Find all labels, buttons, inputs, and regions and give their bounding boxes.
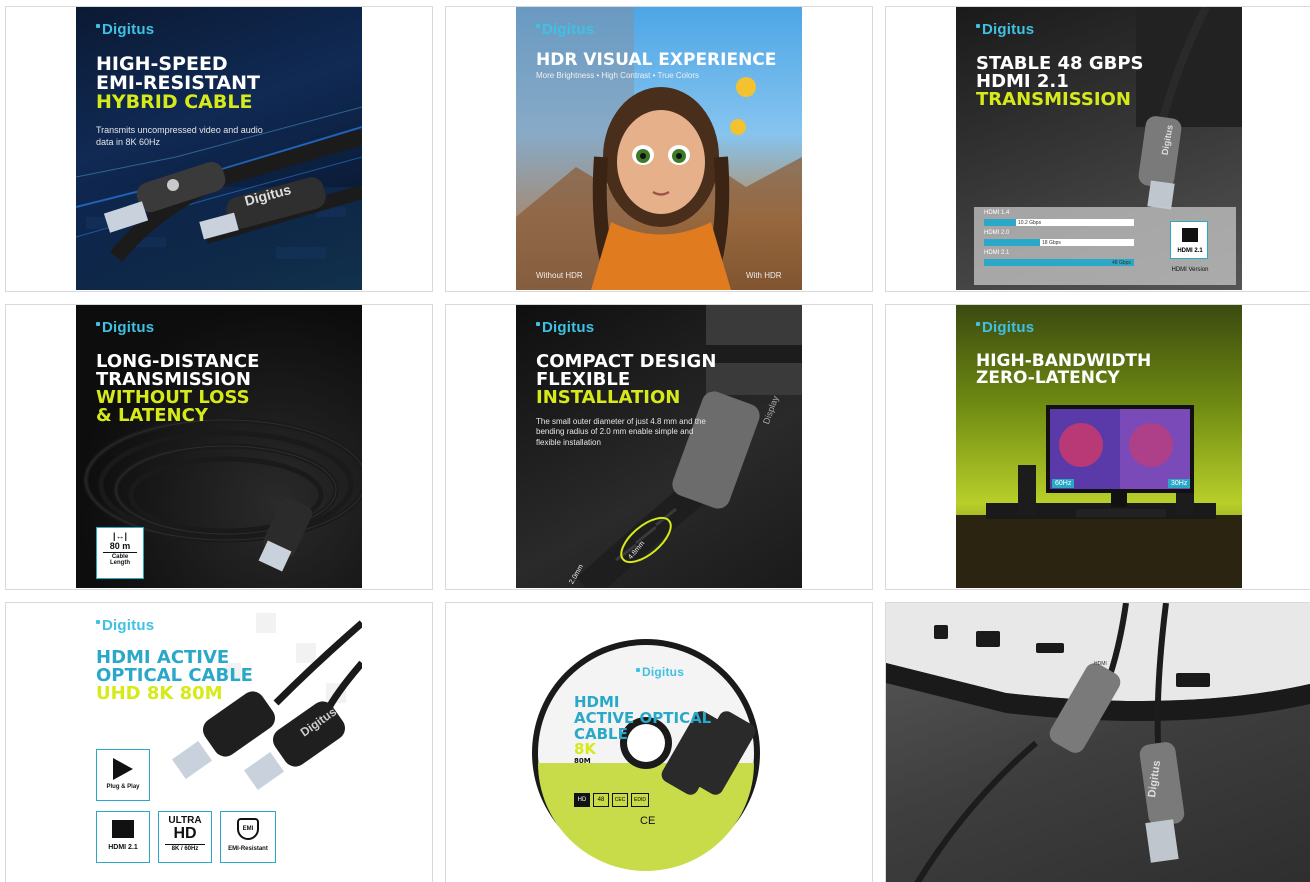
without-hdr-label: Without HDR [536, 271, 583, 280]
refresh-30hz-label: 30Hz [1168, 479, 1191, 488]
plug-and-play-icon [113, 758, 133, 780]
tile-6-image: Digitus HIGH-BANDWIDTH ZERO-LATENCY 60Hz… [956, 305, 1242, 588]
hdmi-version-bar-fill [984, 219, 1016, 226]
tile-5-heading: COMPACT DESIGN FLEXIBLE INSTALLATION [536, 351, 717, 408]
hdmi-version-name: HDMI 2.1 [984, 250, 1010, 256]
plug-and-play-badge: Plug & Play [96, 749, 150, 801]
product-image-gallery: Digitus HIGH-SPEED EMI-RESISTANT HYBRID … [0, 0, 1310, 882]
hdmi-2-1-badge: HDMI 2.1 [1170, 221, 1208, 259]
tile-9-image: HDMI Digitus [886, 603, 1310, 882]
tile-8-image: Digitus HDMI ACTIVE OPTICAL CABLE 8K 80M… [516, 603, 802, 882]
tile-6-heading: HIGH-BANDWIDTH ZERO-LATENCY [976, 351, 1152, 388]
brand-logo: Digitus [96, 21, 154, 38]
hdmi-version-bar-fill [984, 239, 1040, 246]
gallery-tile-5[interactable]: Digitus COMPACT DESIGN FLEXIBLE INSTALLA… [445, 304, 873, 590]
hdmi-icon [1182, 228, 1198, 242]
tile-5-subtitle: The small outer diameter of just 4.8 mm … [536, 417, 706, 447]
tile-7-heading: HDMI ACTIVE OPTICAL CABLE UHD 8K 80M [96, 647, 253, 704]
tile-1-heading: HIGH-SPEED EMI-RESISTANT HYBRID CABLE [96, 53, 260, 113]
emi-resistant-badge: EMI EMI-Resistant [220, 811, 276, 863]
brand-logo: Digitus [96, 617, 154, 634]
hdmi-2-1-badge: HDMI 2.1 [96, 811, 150, 863]
hdmi-icon [112, 820, 134, 838]
gallery-tile-7[interactable]: Digitus HDMI ACTIVE OPTICAL CABLE UHD 8K… [5, 602, 433, 882]
gallery-tile-8[interactable]: Digitus HDMI ACTIVE OPTICAL CABLE 8K 80M… [445, 602, 873, 882]
tile-1-image: Digitus HIGH-SPEED EMI-RESISTANT HYBRID … [76, 7, 362, 290]
refresh-60hz-label: 60Hz [1052, 479, 1075, 488]
length-arrows-icon: |↔| [112, 531, 128, 541]
hdmi-version-panel: HDMI 1.4 10.2 Gbps HDMI 2.0 18 Gbps HDMI 2.1… [974, 207, 1236, 285]
ultra-hd-badge: ULTRA HD 8K / 60Hz [158, 811, 212, 863]
brand-logo: Digitus [536, 21, 594, 38]
spool-spec-chips: HD 48 CEC EDID [574, 793, 649, 807]
ce-mark: CE [640, 815, 656, 827]
gallery-tile-9[interactable]: HDMI Digitus [885, 602, 1310, 882]
cable-length-badge: |↔| 80 m Cable Length [96, 527, 144, 579]
hdmi-version-bandwidth: 18 Gbps [1042, 240, 1061, 246]
tile-4-heading: LONG-DISTANCE TRANSMISSION WITHOUT LOSS … [96, 351, 260, 426]
hdmi-port-label: HDMI [1094, 661, 1107, 667]
brand-logo: Digitus [976, 21, 1034, 38]
brand-logo: Digitus [536, 319, 594, 336]
hdmi-version-bandwidth: 48 Gbps [1112, 260, 1131, 266]
circuit-background [76, 106, 362, 290]
tile-2-image: Digitus HDR VISUAL EXPERIENCE More Brigh… [516, 7, 802, 290]
tile-7-image: Digitus HDMI ACTIVE OPTICAL CABLE UHD 8K… [76, 603, 362, 882]
shield-icon: EMI [237, 818, 259, 840]
tile-2-heading: HDR VISUAL EXPERIENCE [536, 50, 777, 70]
device-cable-photo [886, 603, 1310, 882]
gaming-setup [956, 405, 1242, 588]
spool-title: HDMI ACTIVE OPTICAL CABLE 8K 80M [574, 693, 712, 765]
tile-5-image: Digitus COMPACT DESIGN FLEXIBLE INSTALLA… [516, 305, 802, 588]
brand-logo: Digitus [96, 319, 154, 336]
hdmi-version-bandwidth: 10.2 Gbps [1018, 220, 1042, 226]
gallery-tile-2[interactable]: Digitus HDR VISUAL EXPERIENCE More Brigh… [445, 6, 873, 292]
hdmi-version-caption: HDMI Version [1171, 267, 1209, 273]
brand-logo: Digitus [636, 665, 684, 679]
brand-logo: Digitus [976, 319, 1034, 336]
tile-4-image: Digitus LONG-DISTANCE TRANSMISSION WITHO… [76, 305, 362, 588]
tile-3-image: Digitus STABLE 48 GBPS HDMI 2.1 TRANSMIS… [956, 7, 1242, 290]
with-hdr-label: With HDR [746, 271, 782, 280]
gallery-tile-6[interactable]: Digitus HIGH-BANDWIDTH ZERO-LATENCY 60Hz… [885, 304, 1310, 590]
tile-3-heading: STABLE 48 GBPS HDMI 2.1 TRANSMISSION [976, 53, 1144, 110]
gallery-tile-3[interactable]: Digitus STABLE 48 GBPS HDMI 2.1 TRANSMIS… [885, 6, 1310, 292]
gallery-tile-4[interactable]: Digitus LONG-DISTANCE TRANSMISSION WITHO… [5, 304, 433, 590]
tile-1-subtitle: Transmits uncompressed video and audio d… [96, 125, 263, 147]
tile-2-subtitle: More Brightness • High Contrast • True C… [536, 71, 699, 80]
hdmi-version-name: HDMI 2.0 [984, 230, 1010, 236]
hdmi-version-name: HDMI 1.4 [984, 210, 1010, 216]
gallery-tile-1[interactable]: Digitus HIGH-SPEED EMI-RESISTANT HYBRID … [5, 6, 433, 292]
